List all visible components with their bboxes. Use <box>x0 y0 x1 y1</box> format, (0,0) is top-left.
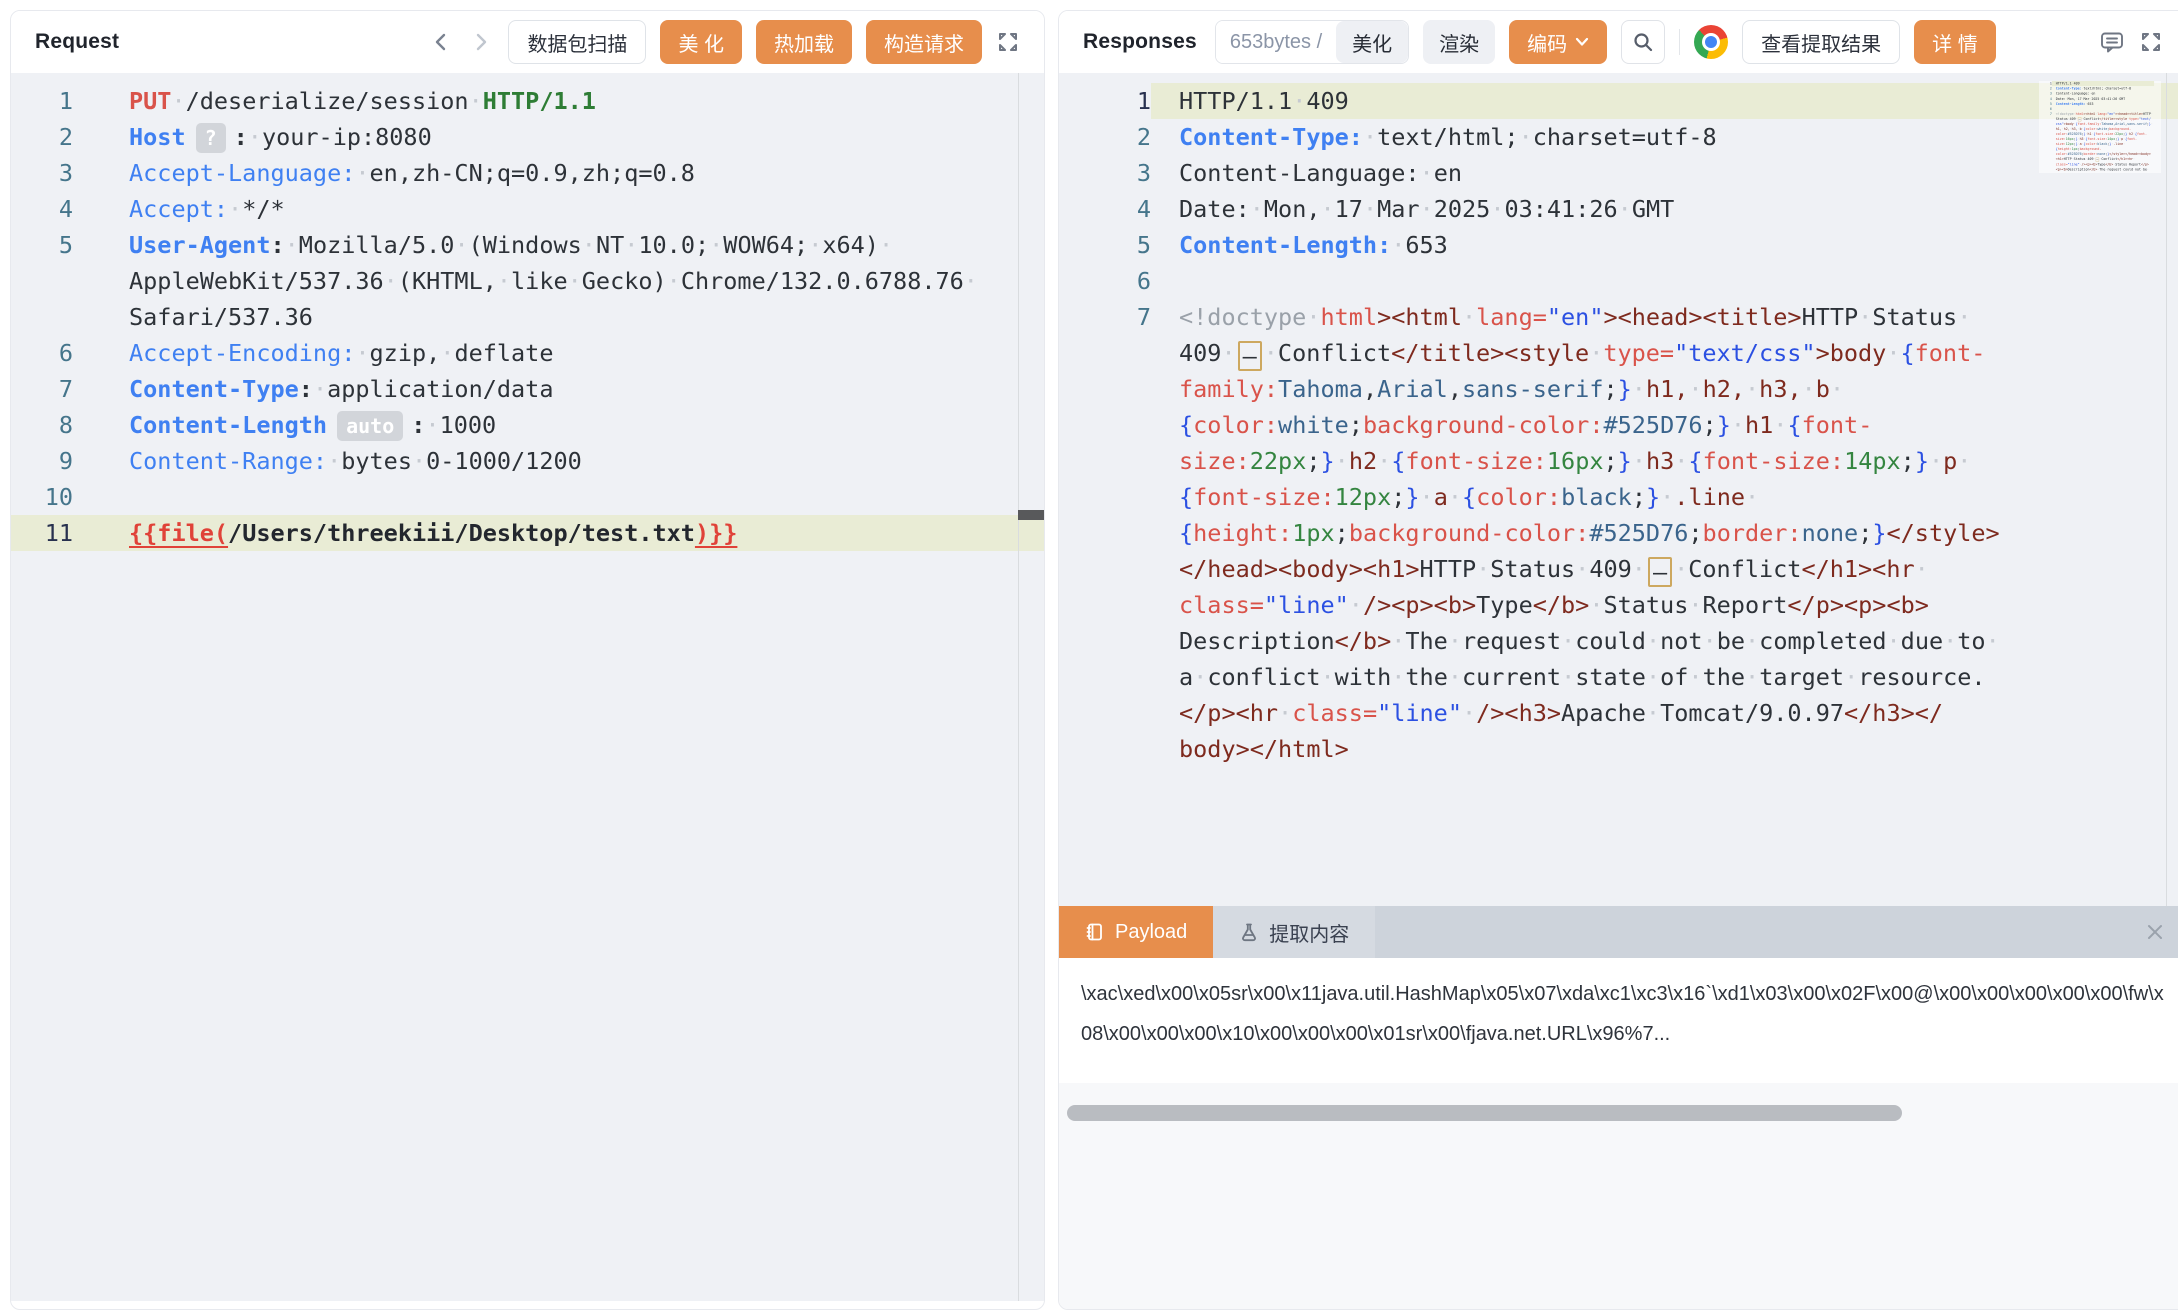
render-chip[interactable]: 渲染 <box>1423 20 1495 64</box>
line-number: 1 <box>1059 83 1151 119</box>
code-line: 10 <box>11 479 1044 515</box>
response-title: Responses <box>1083 30 1197 54</box>
code-line: 11{{file(/​Users/​threekiii/​Desktop/​te… <box>11 515 1044 551</box>
view-extract-button[interactable]: 查看提取结果 <box>1742 20 1900 64</box>
horizontal-scrollbar[interactable] <box>1067 1105 1902 1121</box>
code-line: 4Accept:·​*/​* <box>11 191 1044 227</box>
code-line: 5User-Agent:·​Mozilla/​5.​0·​(Windows·​N… <box>11 227 1044 335</box>
packet-scan-button[interactable]: 数据包扫描 <box>508 20 646 64</box>
line-number: 1 <box>11 83 73 119</box>
construct-request-button[interactable]: 构造请求 <box>866 20 982 64</box>
detail-button[interactable]: 详 情 <box>1914 20 1996 64</box>
code-line: 1HTTP/​1.​1·​409 <box>1059 83 2178 119</box>
payload-scroll-area <box>1059 1083 2178 1310</box>
tab-extract-content[interactable]: 提取内容 <box>1213 906 1375 958</box>
hot-reload-button[interactable]: 热加载 <box>756 20 852 64</box>
request-header: Request 数据包扫描 美 化 热加载 构造请求 <box>11 11 1044 73</box>
tab-extract-label: 提取内容 <box>1269 918 1349 947</box>
code-line: 2Content-Type:·​text/​html;·​charset=utf… <box>1059 119 2178 155</box>
response-panel: Responses 653bytes / 美化 渲染 编码 查看提取结果 详 情 <box>1058 10 2178 1310</box>
scroll-position-marker[interactable] <box>1018 510 1045 520</box>
code-line: 3Content-Language:·​en <box>1059 155 2178 191</box>
comment-icon[interactable] <box>2099 29 2125 55</box>
encode-label: 编码 <box>1527 28 1567 57</box>
chevron-down-icon <box>1575 37 1589 47</box>
line-number: 6 <box>11 335 73 371</box>
book-icon <box>1085 922 1105 942</box>
line-number: 6 <box>1059 263 1151 299</box>
tab-payload-label: Payload <box>1115 921 1187 944</box>
history-back-icon[interactable] <box>428 29 454 55</box>
code-line: 7<!doctype·​html>​<html·​lang="en">​<hea… <box>2039 111 2154 173</box>
response-editor[interactable]: 1HTTP/​1.​1·​4092Content-Type:·​text/​ht… <box>1059 73 2178 906</box>
request-editor[interactable]: 1PUT·​/​deserialize/​session·​HTTP/​1.​1… <box>11 73 1044 1301</box>
line-number: 11 <box>11 515 73 551</box>
code-line: 8Content-Lengthauto:·​1000 <box>11 407 1044 443</box>
response-size-label: 653bytes / <box>1216 21 1336 63</box>
code-line: 6 <box>1059 263 2178 299</box>
search-icon <box>1632 31 1654 53</box>
minimap[interactable]: 1HTTP/​1.​1·​4092Content-Type:·​text/​ht… <box>2039 81 2161 173</box>
code-line: 9Content-Range:·​bytes·​0-1000/​1200 <box>11 443 1044 479</box>
response-header: Responses 653bytes / 美化 渲染 编码 查看提取结果 详 情 <box>1059 11 2178 73</box>
beautify-button[interactable]: 美 化 <box>660 20 742 64</box>
chrome-icon[interactable] <box>1694 25 1728 59</box>
code-line: 1PUT·​/​deserialize/​session·​HTTP/​1.​1 <box>11 83 1044 119</box>
line-number: 9 <box>11 443 73 479</box>
response-toolbar: 653bytes / 美化 渲染 编码 查看提取结果 详 情 <box>1215 20 2163 64</box>
line-number: 4 <box>11 191 73 227</box>
fullscreen-icon[interactable] <box>996 30 1020 54</box>
line-number: 5 <box>1059 227 1151 263</box>
code-line: 3Accept-Language:·​en,zh-CN;q=0.​9,zh;q=… <box>11 155 1044 191</box>
line-number: 8 <box>11 407 73 443</box>
code-line: 2Host?:·​your-ip:8080 <box>11 119 1044 155</box>
line-number: 7 <box>2039 111 2052 173</box>
payload-content: \xac\xed\x00\x05sr\x00\x11java.util.Hash… <box>1059 958 2178 1083</box>
search-button[interactable] <box>1621 20 1665 64</box>
line-number: 7 <box>1059 299 1151 767</box>
flask-icon <box>1239 922 1259 942</box>
overview-ruler <box>2166 73 2167 906</box>
line-number: 7 <box>11 371 73 407</box>
line-number: 3 <box>1059 155 1151 191</box>
history-forward-icon[interactable] <box>468 29 494 55</box>
encode-dropdown[interactable]: 编码 <box>1509 20 1607 64</box>
line-number: 2 <box>11 119 73 155</box>
request-toolbar: 数据包扫描 美 化 热加载 构造请求 <box>428 20 1020 64</box>
line-number: 2 <box>1059 119 1151 155</box>
code-line: 7Content-Type:·​application/​data <box>11 371 1044 407</box>
payload-tabbar: Payload 提取内容 <box>1059 906 2178 958</box>
line-number: 3 <box>11 155 73 191</box>
line-number: 5 <box>11 227 73 335</box>
response-size-group: 653bytes / 美化 <box>1215 20 1409 64</box>
tab-payload[interactable]: Payload <box>1059 906 1213 958</box>
code-line: 6Accept-Encoding:·​gzip,·​deflate <box>11 335 1044 371</box>
line-number: 10 <box>11 479 73 515</box>
toolbar-divider <box>1679 29 1680 55</box>
code-line: 5Content-Length:·​653 <box>1059 227 2178 263</box>
overview-ruler <box>1018 73 1019 1301</box>
request-panel: Request 数据包扫描 美 化 热加载 构造请求 1PUT·​/​deser… <box>10 10 1045 1310</box>
request-title: Request <box>35 30 119 54</box>
beautify-chip[interactable]: 美化 <box>1336 21 1408 63</box>
line-number: 4 <box>1059 191 1151 227</box>
code-line: 7<!doctype·​html>​<html·​lang="en">​<hea… <box>1059 299 2178 767</box>
code-line: 4Date:·​Mon,·​17·​Mar·​2025·​03:41:26·​G… <box>1059 191 2178 227</box>
close-icon[interactable] <box>2145 906 2178 958</box>
fullscreen-icon[interactable] <box>2139 30 2163 54</box>
